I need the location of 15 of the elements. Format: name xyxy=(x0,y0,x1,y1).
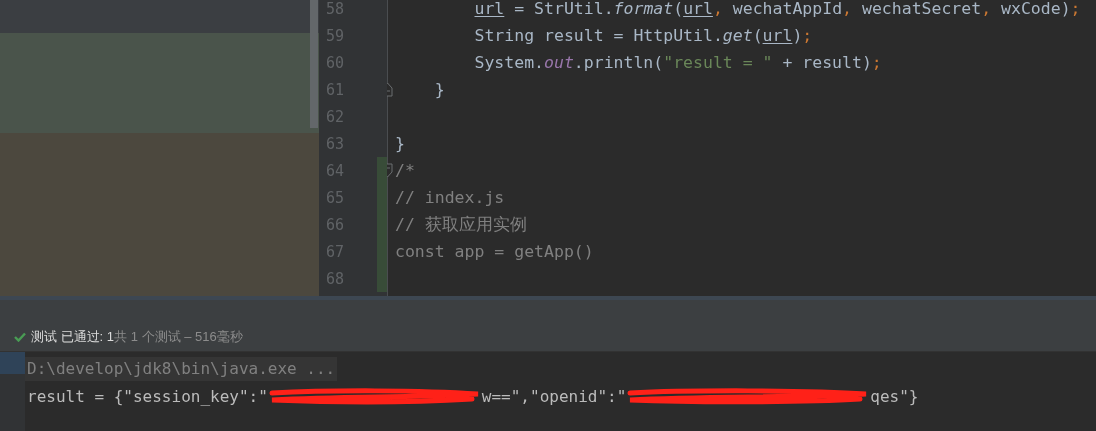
code-line: // 获取应用实例 xyxy=(395,215,527,234)
console-text: qes"} xyxy=(870,386,919,408)
code-line: const app = getApp() xyxy=(395,242,594,261)
code-line: // index.js xyxy=(395,188,505,207)
code-line: url = StrUtil.format(url, wechatAppId, wechatSecret, wxCode); xyxy=(473,0,1081,18)
test-status-text: 测试 已通过: 1共 1 个测试 – 516毫秒 xyxy=(31,327,243,346)
console-text: D:\develop\jdk8\bin\java.exe ... xyxy=(27,358,336,380)
code-line: } xyxy=(395,134,405,153)
code-line: } xyxy=(433,80,445,99)
code-line: System.out.println("result = " + result); xyxy=(473,53,882,72)
code-line: String result = HttpUtil.get(url); xyxy=(473,26,813,45)
console-text: result = {"session_key":" xyxy=(27,386,268,408)
scrollbar-thumb[interactable] xyxy=(310,0,318,128)
code-line: /* xyxy=(395,161,415,180)
console-text: w==","openid":" xyxy=(481,386,627,408)
